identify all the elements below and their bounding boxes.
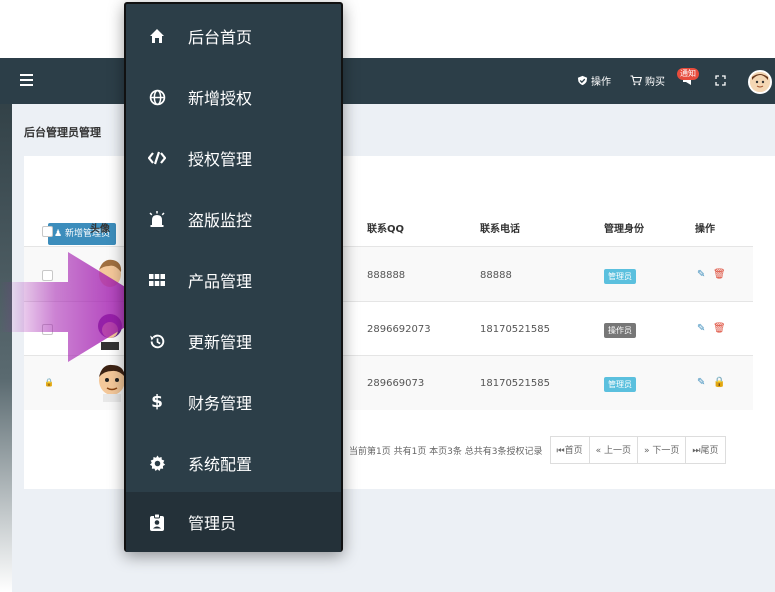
trash-icon[interactable]: 🗑 (713, 269, 726, 280)
operate-link[interactable]: 操作 (577, 73, 611, 88)
menu-item-finance-manage[interactable]: $ 财务管理 (126, 372, 341, 432)
main-nav-menu: 后台首页 新增授权 授权管理 盗版监控 产品管理 更新管理 $ 财务管理 系统配… (124, 2, 343, 552)
code-icon (148, 149, 166, 167)
menu-item-piracy-monitor[interactable]: 盗版监控 (126, 189, 341, 249)
header-avatar: 头像 (90, 224, 110, 235)
buy-link[interactable]: 购买 (630, 73, 665, 88)
notify-badge: 通知 (677, 68, 699, 80)
menu-item-product-manage[interactable]: 产品管理 (126, 250, 341, 310)
pagination: 当前第1页 共有1页 本页3条 总共有3条授权记录 ⏮首页 « 上一页 » 下一… (349, 436, 726, 464)
menu-item-update-manage[interactable]: 更新管理 (126, 311, 341, 371)
prev-page-button[interactable]: « 上一页 (588, 436, 638, 464)
menu-item-home[interactable]: 后台首页 (126, 6, 341, 66)
row-qq: 289669073 (367, 378, 425, 389)
dollar-icon: $ (151, 392, 163, 412)
menu-item-new-license[interactable]: 新增授权 (126, 67, 341, 127)
select-all-checkbox[interactable] (42, 226, 53, 237)
pager-info: 当前第1页 共有1页 本页3条 总共有3条授权记录 (349, 446, 543, 457)
menu-label: 新增授权 (188, 89, 253, 108)
buy-label: 购买 (645, 77, 665, 88)
row-qq: 2896692073 (367, 324, 431, 335)
edit-icon[interactable]: ✎ (697, 323, 705, 334)
header-actions: 操作 (695, 224, 715, 235)
menu-label: 更新管理 (188, 333, 253, 352)
menu-label: 后台首页 (188, 28, 253, 47)
globe-icon (148, 88, 166, 106)
shield-check-icon (577, 75, 588, 86)
lock-action-icon[interactable]: 🔒 (713, 377, 725, 388)
edit-icon[interactable]: ✎ (697, 269, 705, 280)
first-page-icon: ⏮ (556, 446, 565, 456)
cart-icon (630, 75, 642, 86)
user-icon: ♟ (54, 229, 63, 239)
hamburger-menu-icon[interactable] (20, 74, 33, 86)
first-page-label: 首页 (564, 446, 583, 456)
header-phone: 联系电话 (480, 224, 520, 235)
row-phone: 18170521585 (480, 378, 550, 389)
menu-label: 盗版监控 (188, 211, 253, 230)
menu-label: 产品管理 (188, 272, 253, 291)
top-navbar: 操作 购买 通知 (0, 58, 775, 104)
role-badge: 管理员 (604, 377, 636, 392)
avatar-face-icon (750, 72, 770, 92)
menu-item-license-manage[interactable]: 授权管理 (126, 128, 341, 188)
role-badge: 管理员 (604, 269, 636, 284)
menu-label: 授权管理 (188, 150, 253, 169)
history-icon (148, 332, 166, 350)
row-phone: 18170521585 (480, 324, 550, 335)
id-badge-icon (148, 513, 166, 531)
menu-item-system-config[interactable]: 系统配置 (126, 433, 341, 493)
next-page-button[interactable]: » 下一页 (637, 436, 687, 464)
lock-icon: 🔒 (44, 378, 54, 387)
last-page-button[interactable]: ⏭尾页 (685, 436, 726, 464)
edit-icon[interactable]: ✎ (697, 377, 705, 388)
trash-icon[interactable]: 🗑 (713, 323, 726, 334)
gear-icon (148, 454, 166, 472)
menu-label: 财务管理 (188, 394, 253, 413)
last-page-label: 尾页 (700, 446, 719, 456)
row-phone: 88888 (480, 270, 512, 281)
screen: 操作 购买 通知 后台管理员管理 ♟ 新增管理员 头像 联系QQ 联系电话 管理… (0, 0, 775, 592)
menu-label: 管理员 (188, 514, 237, 533)
role-badge: 操作员 (604, 323, 636, 338)
grid-icon (148, 271, 166, 289)
page-title: 后台管理员管理 (24, 126, 101, 139)
fullscreen-icon (715, 75, 726, 86)
menu-label: 系统配置 (188, 455, 253, 474)
header-qq: 联系QQ (367, 224, 405, 235)
first-page-button[interactable]: ⏮首页 (549, 436, 590, 464)
header-role: 管理身份 (604, 224, 644, 235)
home-icon (148, 27, 166, 45)
row-qq: 888888 (367, 270, 406, 281)
user-avatar[interactable] (748, 70, 772, 94)
menu-item-admins[interactable]: 管理员 (126, 492, 341, 552)
operate-label: 操作 (591, 77, 611, 88)
fullscreen-button[interactable] (715, 75, 726, 86)
alarm-icon (148, 210, 166, 228)
